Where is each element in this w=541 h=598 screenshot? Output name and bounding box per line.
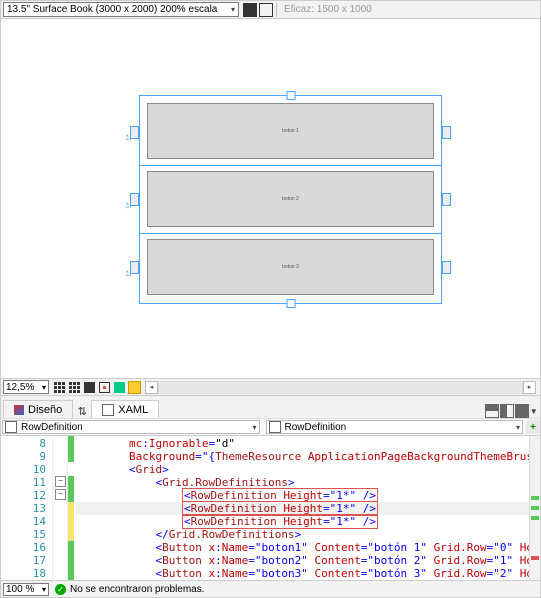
status-zoom-combo[interactable]: 100 % ▾ <box>3 583 49 596</box>
scroll-left-arrow[interactable]: ◂ <box>145 381 158 394</box>
row-handle[interactable] <box>442 261 451 274</box>
swap-panes-button[interactable]: ⇅ <box>75 404 89 418</box>
row-divider[interactable] <box>139 233 442 234</box>
chevron-down-icon: ▾ <box>42 383 46 392</box>
designer-surface[interactable]: 1* 1* 1* boton 1 boton 2 boton 3 <box>1 19 540 378</box>
row-handle[interactable] <box>442 193 451 206</box>
pane-layout-buttons: ▾ <box>484 404 538 418</box>
full-pane-button[interactable] <box>515 404 529 418</box>
snap-icon[interactable] <box>82 380 96 394</box>
designer-button-3[interactable]: boton 3 <box>147 239 434 295</box>
add-button[interactable]: + <box>526 420 540 434</box>
chevron-down-icon: ▾ <box>42 585 46 594</box>
chevron-down-icon: ▾ <box>231 5 235 14</box>
orientation-portrait-button[interactable] <box>242 2 257 17</box>
zoom-combo[interactable]: 12,5% ▾ <box>3 380 49 394</box>
designer-button-1[interactable]: boton 1 <box>147 103 434 159</box>
chevron-down-icon: ▾ <box>252 423 256 432</box>
grid-view-icon[interactable] <box>52 380 66 394</box>
row-handle[interactable] <box>130 193 139 206</box>
tab-label: XAML <box>118 404 148 416</box>
grid-selection[interactable]: boton 1 boton 2 boton 3 <box>139 95 442 304</box>
code-nav-bar: RowDefinition ▾ RowDefinition ▾ + <box>1 418 540 436</box>
row-handle[interactable] <box>130 261 139 274</box>
fold-toggle[interactable]: − <box>55 489 66 500</box>
outline-gutter[interactable]: − − <box>53 436 68 580</box>
row-handle[interactable] <box>130 126 139 139</box>
tab-strip: Diseño ⇅ XAML ▾ <box>1 395 540 418</box>
scope-text: RowDefinition <box>21 422 83 433</box>
device-combo-text: 13.5" Surface Book (3000 x 2000) 200% es… <box>7 4 217 15</box>
toolbar-separator <box>276 3 277 17</box>
scroll-map[interactable] <box>529 436 540 580</box>
code-editor[interactable]: 891011121314151617181920 − − mc:Ignorabl… <box>1 436 540 580</box>
tab-label: Diseño <box>28 404 62 416</box>
scroll-right-arrow[interactable]: ▸ <box>523 381 536 394</box>
design-icon <box>14 405 24 415</box>
status-zoom-value: 100 % <box>6 584 34 595</box>
problems-label: No se encontraron problemas. <box>70 584 205 595</box>
member-text: RowDefinition <box>285 422 347 433</box>
scope-combo[interactable]: RowDefinition ▾ <box>2 420 260 434</box>
chevron-down-icon[interactable]: ▾ <box>531 406 536 417</box>
designer-zoombar: 12,5% ▾ ◂ ▸ <box>1 378 540 395</box>
member-combo[interactable]: RowDefinition ▾ <box>266 420 524 434</box>
resize-handle-top[interactable] <box>286 91 295 100</box>
row-handle[interactable] <box>442 126 451 139</box>
check-icon: ✓ <box>55 584 66 595</box>
horizontal-scrollbar[interactable]: ◂ ▸ <box>145 381 536 393</box>
resize-handle-bottom[interactable] <box>286 299 295 308</box>
tab-design[interactable]: Diseño <box>3 400 73 418</box>
tab-xaml[interactable]: XAML <box>91 400 159 418</box>
element-icon <box>269 421 281 433</box>
row-divider[interactable] <box>139 165 442 166</box>
change-marker-gutter <box>68 436 74 580</box>
element-icon <box>5 421 17 433</box>
effective-resolution-label: Eficaz: 1500 x 1000 <box>284 4 372 15</box>
zoom-value: 12,5% <box>6 382 34 393</box>
toggle-effects-icon[interactable] <box>112 380 126 394</box>
split-vertical-button[interactable] <box>500 404 514 418</box>
code-content[interactable]: mc:Ignorable="d" Background="{ThemeResou… <box>74 436 529 580</box>
fold-toggle[interactable]: − <box>55 476 66 487</box>
toggle-code-icon[interactable] <box>127 380 141 394</box>
xaml-icon <box>102 404 114 416</box>
designer-toolbar: 13.5" Surface Book (3000 x 2000) 200% es… <box>1 1 540 19</box>
line-number-gutter: 891011121314151617181920 <box>1 436 53 580</box>
chevron-down-icon: ▾ <box>516 423 520 432</box>
device-combo[interactable]: 13.5" Surface Book (3000 x 2000) 200% es… <box>3 2 239 17</box>
scroll-track[interactable] <box>158 381 523 394</box>
orientation-landscape-button[interactable] <box>258 2 273 17</box>
grid-view-alt-icon[interactable] <box>67 380 81 394</box>
status-bar: 100 % ▾ ✓ No se encontraron problemas. <box>1 580 540 597</box>
designer-button-2[interactable]: boton 2 <box>147 171 434 227</box>
snap-options-icon[interactable] <box>97 380 111 394</box>
split-horizontal-button[interactable] <box>485 404 499 418</box>
